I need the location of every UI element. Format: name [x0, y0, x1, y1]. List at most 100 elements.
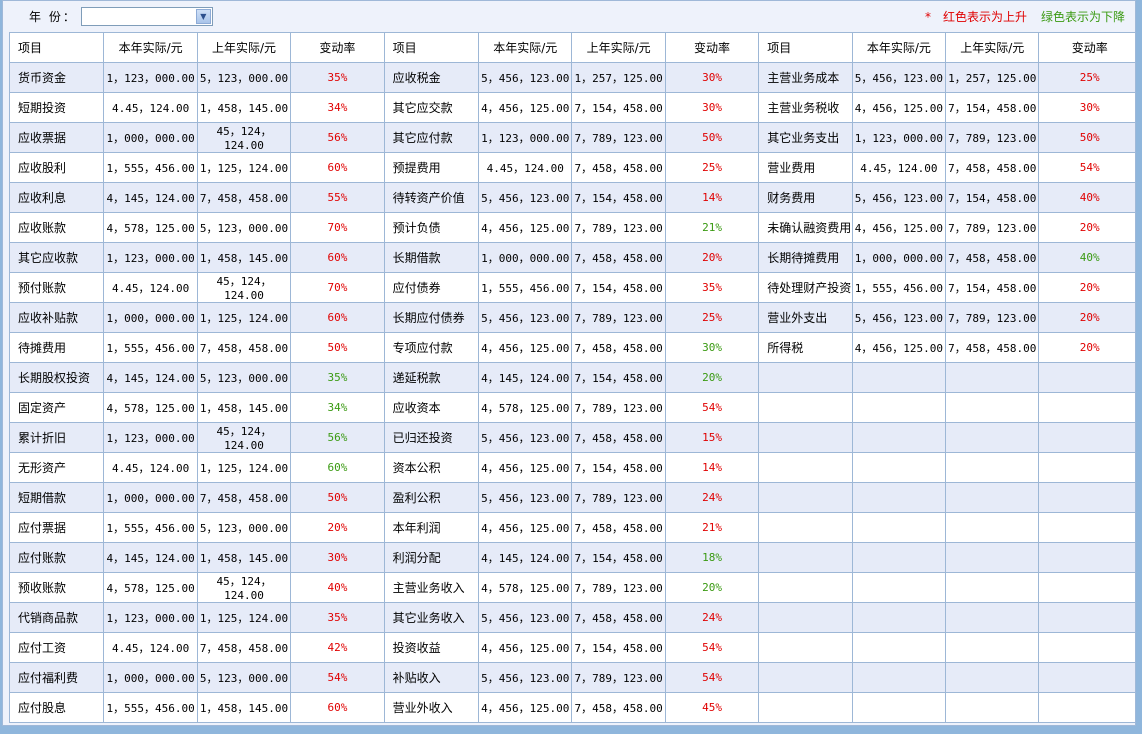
cell-rate: 30% [664, 332, 760, 363]
cell-previous [945, 392, 1040, 423]
col-header-previous: 上年实际/元 [196, 32, 292, 63]
cell-current: 4，456，125.00 [478, 332, 573, 363]
cell-current [851, 632, 947, 663]
cell-rate: 18% [664, 542, 760, 573]
cell-item: 营业外支出 [758, 302, 853, 333]
cell-current: 4，456，125.00 [478, 512, 573, 543]
cell-previous: 7，154，458.00 [571, 362, 666, 393]
cell-current: 5，456，123.00 [478, 182, 573, 213]
cell-previous: 7，789，123.00 [571, 662, 666, 693]
cell-rate: 14% [664, 452, 760, 483]
cell-previous: 7，154，458.00 [945, 92, 1040, 123]
cell-rate: 20% [290, 512, 385, 543]
cell-rate: 35% [290, 62, 385, 93]
cell-rate: 30% [664, 92, 760, 123]
cell-previous: 7，789，123.00 [945, 302, 1040, 333]
cell-current: 1，000，000.00 [103, 122, 198, 153]
cell-current: 1，555，456.00 [103, 332, 198, 363]
cell-item: 未确认融资费用 [758, 212, 853, 243]
cell-rate: 40% [290, 572, 385, 603]
col-header-current: 本年实际/元 [851, 32, 947, 63]
cell-previous: 7，458，458.00 [571, 602, 666, 633]
cell-rate: 70% [290, 272, 385, 303]
cell-current: 4，145，124.00 [103, 362, 198, 393]
table-row: 累计折旧 1，123，000.00 45，124，124.00 56% 已归还投资 5，4… [8, 422, 1135, 453]
cell-item: 短期投资 [8, 92, 105, 123]
cell-previous [945, 452, 1040, 483]
cell-item [758, 362, 853, 393]
cell-rate: 54% [664, 392, 760, 423]
cell-current: 4，456，125.00 [478, 452, 573, 483]
cell-rate: 20% [1038, 302, 1135, 333]
cell-item: 其它业务支出 [758, 122, 853, 153]
cell-item: 已归还投资 [383, 422, 480, 453]
table-row: 无形资产 4.45，124.00 1，125，124.00 60% 资本公积 4，456，… [8, 452, 1135, 483]
table-row: 应付股息 1，555，456.00 1，458，145.00 60% 营业外收入 4，45… [8, 692, 1135, 723]
chevron-down-icon[interactable]: ▼ [195, 9, 211, 24]
cell-rate: 14% [664, 182, 760, 213]
table-row: 短期借款 1，000，000.00 7，458，458.00 50% 盈利公积 5，456… [8, 482, 1135, 513]
col-header-rate: 变动率 [290, 32, 385, 63]
cell-previous [945, 632, 1040, 663]
cell-item: 应收税金 [383, 62, 480, 93]
cell-previous: 7，458，458.00 [571, 692, 666, 723]
cell-previous: 7，789，123.00 [571, 482, 666, 513]
financial-comparison-table: 项目 本年实际/元 上年实际/元 变动率 项目 本年实际/元 上年实际/元 变动… [8, 32, 1135, 723]
cell-item [758, 542, 853, 573]
cell-current [851, 392, 947, 423]
cell-current: 4，456，125.00 [851, 92, 947, 123]
cell-rate: 21% [664, 212, 760, 243]
cell-current [851, 422, 947, 453]
cell-previous [945, 602, 1040, 633]
cell-previous: 1，257，125.00 [571, 62, 666, 93]
cell-previous: 5，123，000.00 [196, 62, 292, 93]
cell-item [758, 602, 853, 633]
cell-previous: 7，458，458.00 [945, 242, 1040, 273]
cell-previous: 45，124，124.00 [196, 122, 292, 153]
legend-increase-text: 红色表示为上升 [942, 10, 1027, 24]
cell-item: 应付票据 [8, 512, 105, 543]
cell-current: 4.45，124.00 [103, 632, 198, 663]
cell-previous: 5，123，000.00 [196, 662, 292, 693]
cell-rate: 24% [664, 482, 760, 513]
cell-rate [1038, 392, 1135, 423]
cell-current [851, 482, 947, 513]
cell-item: 主营业务税收 [758, 92, 853, 123]
cell-rate: 60% [290, 302, 385, 333]
cell-previous: 7，154，458.00 [571, 452, 666, 483]
cell-item: 待处理财产投资 [758, 272, 853, 303]
cell-current: 4.45，124.00 [478, 152, 573, 183]
cell-item: 补贴收入 [383, 662, 480, 693]
cell-item: 应收票据 [8, 122, 105, 153]
cell-rate: 60% [290, 452, 385, 483]
year-label: 年 份： [29, 10, 77, 24]
cell-current: 5，456，123.00 [478, 662, 573, 693]
cell-current: 4，145，124.00 [103, 542, 198, 573]
cell-rate: 56% [290, 122, 385, 153]
cell-current: 4，578，125.00 [103, 392, 198, 423]
cell-current: 5，456，123.00 [851, 302, 947, 333]
cell-rate: 34% [290, 92, 385, 123]
cell-rate: 60% [290, 242, 385, 273]
cell-current: 1，555，456.00 [851, 272, 947, 303]
year-filter: 年 份： ▼ [29, 7, 213, 26]
cell-current: 1，123，000.00 [103, 602, 198, 633]
cell-rate [1038, 602, 1135, 633]
year-select[interactable]: ▼ [80, 7, 213, 26]
cell-rate: 70% [290, 212, 385, 243]
table-row: 应收利息 4，145，124.00 7，458，458.00 55% 待转资产价值 5，4… [8, 182, 1135, 213]
cell-rate: 35% [290, 362, 385, 393]
cell-previous: 7，458，458.00 [196, 482, 292, 513]
cell-item [758, 662, 853, 693]
cell-rate: 21% [664, 512, 760, 543]
cell-previous: 1，125，124.00 [196, 152, 292, 183]
cell-rate: 40% [1038, 182, 1135, 213]
cell-current: 1，000，000.00 [103, 662, 198, 693]
cell-previous: 7，789，123.00 [945, 212, 1040, 243]
legend-decrease-text: 绿色表示为下降 [1040, 10, 1125, 24]
table-row: 待摊费用 1，555，456.00 7，458，458.00 50% 专项应付款 4，45… [8, 332, 1135, 363]
col-header-item: 项目 [8, 32, 105, 63]
cell-current [851, 542, 947, 573]
col-header-item: 项目 [383, 32, 480, 63]
cell-item [758, 632, 853, 663]
